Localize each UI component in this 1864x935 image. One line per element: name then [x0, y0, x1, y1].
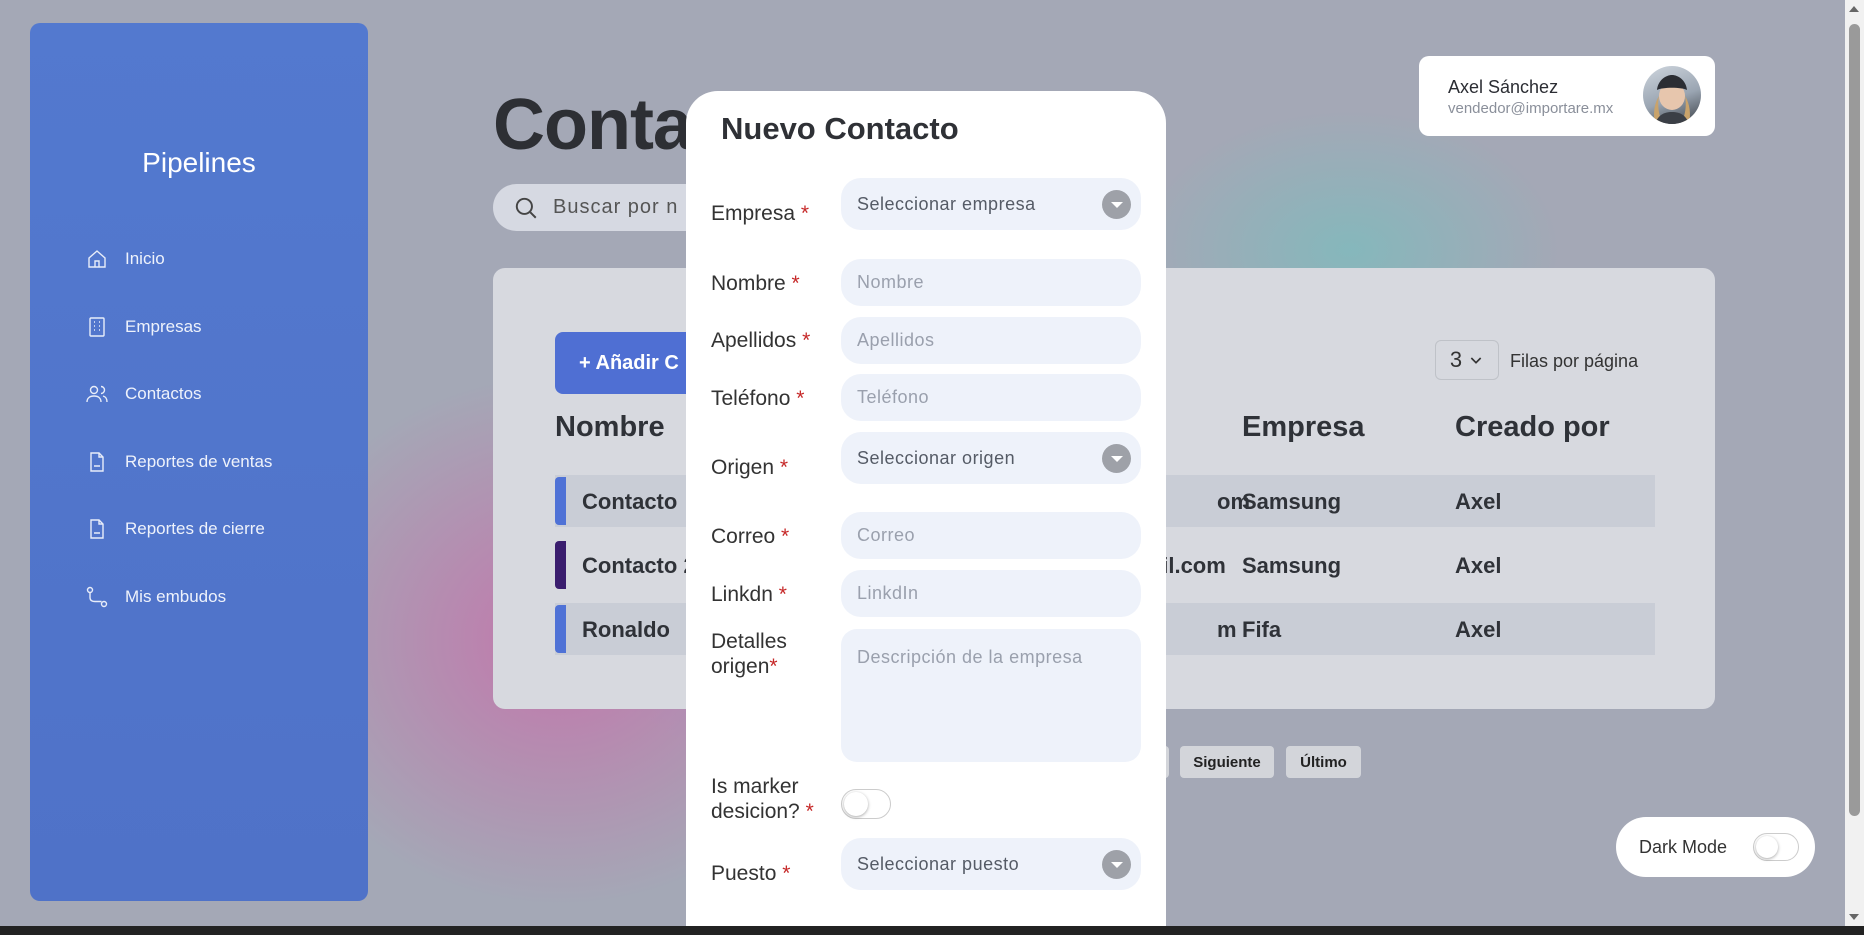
avatar[interactable]: [1643, 66, 1701, 124]
scroll-up-icon[interactable]: [1849, 6, 1859, 12]
sidebar: Pipelines Inicio Empresas Contactos Repo…: [30, 23, 368, 901]
building-icon: [89, 317, 105, 337]
row-company: Samsung: [1242, 489, 1342, 514]
dark-mode-toggle[interactable]: [1753, 833, 1800, 861]
empresa-select[interactable]: Seleccionar empresa: [841, 178, 1141, 230]
puesto-label: Puesto *: [711, 862, 791, 885]
file-icon: [90, 519, 104, 539]
sidebar-item-mis-embudos[interactable]: Mis embudos: [85, 585, 226, 609]
sidebar-item-label: Mis embudos: [125, 587, 227, 606]
window-bottom-edge: [0, 926, 1864, 935]
pager-next-button[interactable]: Siguiente: [1180, 746, 1274, 778]
sidebar-item-label: Inicio: [125, 249, 165, 268]
rows-per-page-value: 3: [1449, 347, 1463, 372]
row-name: Ronaldo: [582, 617, 670, 642]
dark-mode-control: Dark Mode: [1616, 817, 1815, 877]
dropdown-arrow-icon: [1102, 850, 1131, 879]
route-icon: [86, 586, 108, 608]
row-created-by: Axel: [1455, 489, 1502, 514]
linkedin-label: Linkdn *: [711, 583, 787, 606]
sidebar-item-empresas[interactable]: Empresas: [85, 315, 202, 339]
user-email: vendedor@importare.mx: [1448, 100, 1614, 117]
empresa-select-value: Seleccionar empresa: [857, 193, 1036, 214]
empresa-label: Empresa *: [711, 202, 810, 225]
column-header-empresa[interactable]: Empresa: [1242, 411, 1365, 444]
avatar-image: [1654, 75, 1690, 124]
row-name: Contacto 2: [582, 553, 696, 578]
modal-title: Nuevo Contacto: [721, 111, 959, 146]
marker-decision-label: Is marker desicion? *: [711, 775, 814, 823]
sidebar-item-contactos[interactable]: Contactos: [85, 382, 202, 406]
column-header-nombre[interactable]: Nombre: [555, 411, 665, 444]
row-company: Samsung: [1242, 553, 1342, 578]
new-contact-modal: Nuevo Contacto Empresa * Seleccionar emp…: [686, 91, 1166, 926]
correo-field[interactable]: Correo: [841, 512, 1141, 559]
nombre-label: Nombre *: [711, 272, 800, 295]
detalles-origen-label: Detalles origen*: [711, 630, 787, 678]
search-icon: [515, 197, 537, 218]
toggle-knob: [844, 792, 868, 816]
correo-label: Correo *: [711, 525, 790, 548]
row-company: Fifa: [1242, 617, 1282, 642]
home-icon: [88, 250, 106, 268]
file-icon: [90, 452, 104, 472]
brand-title: Pipelines: [142, 147, 256, 178]
user-name: Axel Sánchez: [1448, 77, 1559, 97]
sidebar-item-label: Contactos: [125, 384, 202, 403]
linkedin-field[interactable]: LinkdIn: [841, 570, 1141, 617]
row-color-stripe: [555, 605, 566, 653]
detalles-origen-textarea[interactable]: Descripción de la empresa: [841, 629, 1141, 762]
sidebar-item-inicio[interactable]: Inicio: [85, 247, 165, 271]
scrollbar-thumb[interactable]: [1849, 24, 1860, 816]
nombre-field[interactable]: Nombre: [841, 259, 1141, 306]
sidebar-item-label: Empresas: [125, 317, 202, 336]
scroll-down-icon[interactable]: [1849, 914, 1859, 920]
telefono-label: Teléfono *: [711, 387, 805, 410]
column-header-creado-por[interactable]: Creado por: [1455, 411, 1610, 444]
sidebar-item-reportes-ventas[interactable]: Reportes de ventas: [85, 450, 272, 474]
sidebar-item-label: Reportes de cierre: [125, 519, 265, 538]
telefono-field[interactable]: Teléfono: [841, 374, 1141, 421]
apellidos-field[interactable]: Apellidos: [841, 317, 1141, 364]
row-created-by: Axel: [1455, 553, 1502, 578]
row-color-stripe: [555, 477, 566, 525]
origen-label: Origen *: [711, 456, 789, 479]
puesto-select-value: Seleccionar puesto: [857, 853, 1020, 874]
origen-select[interactable]: Seleccionar origen: [841, 432, 1141, 484]
sidebar-item-reportes-cierre[interactable]: Reportes de cierre: [85, 517, 265, 541]
chevron-down-icon: [1470, 357, 1482, 364]
toggle-knob: [1756, 836, 1779, 858]
dark-mode-label: Dark Mode: [1639, 836, 1728, 857]
dropdown-arrow-icon: [1102, 444, 1131, 473]
apellidos-label: Apellidos *: [711, 329, 811, 352]
search-placeholder: Buscar por n: [553, 196, 679, 218]
rows-per-page-label: Filas por página: [1510, 351, 1639, 371]
users-icon: [86, 385, 108, 403]
origen-select-value: Seleccionar origen: [857, 447, 1016, 468]
page-scrollbar[interactable]: [1845, 0, 1864, 926]
puesto-select[interactable]: Seleccionar puesto: [841, 838, 1141, 890]
row-color-stripe: [555, 541, 566, 589]
marker-decision-toggle[interactable]: [841, 789, 891, 819]
row-email: m: [1217, 617, 1237, 642]
dropdown-arrow-icon: [1102, 190, 1131, 219]
pager-last-button[interactable]: Último: [1286, 746, 1361, 778]
rows-per-page-select[interactable]: 3: [1435, 340, 1499, 380]
row-created-by: Axel: [1455, 617, 1502, 642]
sidebar-item-label: Reportes de ventas: [125, 452, 273, 471]
user-profile-card[interactable]: Axel Sánchez vendedor@importare.mx: [1419, 56, 1715, 136]
row-name: Contacto: [582, 489, 678, 514]
